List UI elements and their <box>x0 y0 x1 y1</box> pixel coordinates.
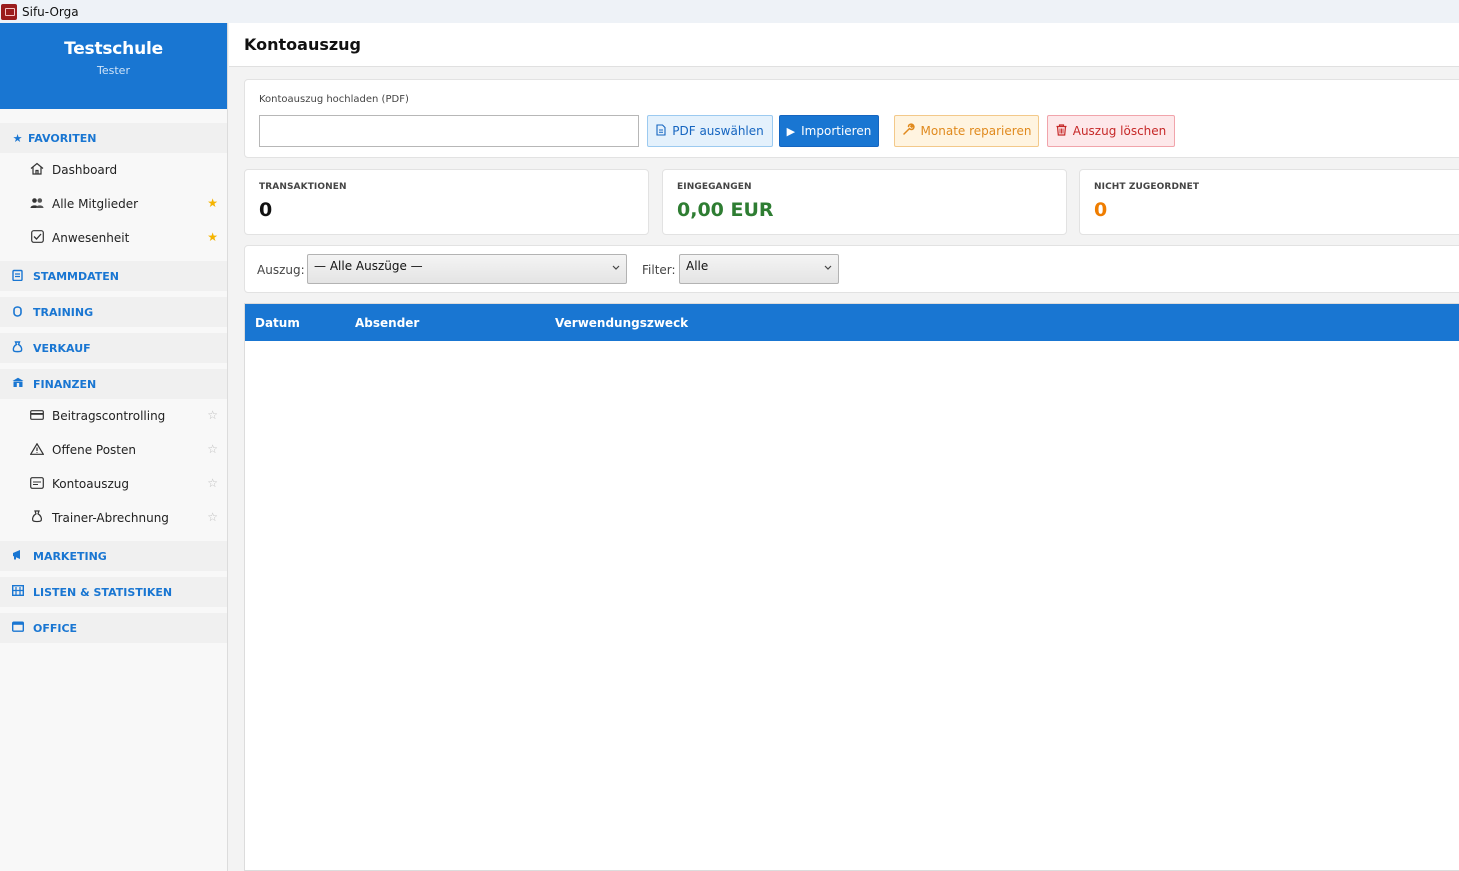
stat-card-eingegangen: EINGEGANGEN 0,00 EUR <box>662 169 1067 235</box>
sidebar-item-label: Trainer-Abrechnung <box>52 511 169 525</box>
column-header-verwendungszweck[interactable]: Verwendungszweck <box>555 316 688 330</box>
column-header-datum[interactable]: Datum <box>255 316 300 330</box>
favorite-star-icon[interactable]: ☆ <box>207 442 218 456</box>
section-favoriten[interactable]: ★ FAVORITEN <box>0 123 227 153</box>
moneybag-icon <box>30 510 44 526</box>
megaphone-icon <box>12 549 23 563</box>
import-label: Importieren <box>801 124 872 138</box>
sidebar-item-kontoauszug[interactable]: Kontoauszug ☆ <box>0 467 227 501</box>
section-label: TRAINING <box>33 305 94 319</box>
favorite-star-icon[interactable]: ☆ <box>207 476 218 490</box>
sidebar-item-dashboard[interactable]: Dashboard <box>0 153 227 187</box>
section-office[interactable]: OFFICE <box>0 613 227 643</box>
pdf-select-button[interactable]: PDF auswählen <box>647 115 773 147</box>
app-icon <box>1 3 17 20</box>
sidebar-item-label: Dashboard <box>52 163 118 177</box>
table-header: Datum Absender Verwendungszweck <box>245 304 1459 341</box>
favorite-star-icon[interactable]: ★ <box>207 196 218 210</box>
stat-label: NICHT ZUGEORDNET <box>1094 182 1200 192</box>
section-marketing[interactable]: MARKETING <box>0 541 227 571</box>
sidebar-item-anwesenheit[interactable]: Anwesenheit ★ <box>0 221 227 255</box>
filter-select[interactable]: Alle <box>679 254 839 284</box>
sidebar-item-label: Alle Mitglieder <box>52 197 139 211</box>
section-label: FINANZEN <box>33 377 97 391</box>
favorite-star-icon[interactable]: ★ <box>207 230 218 244</box>
delete-statement-label: Auszug löschen <box>1072 124 1167 138</box>
trash-icon <box>1056 123 1067 139</box>
repair-months-label: Monate reparieren <box>920 124 1032 138</box>
main-content: Kontoauszug Kontoauszug hochladen (PDF) … <box>229 23 1459 871</box>
stat-label: EINGEGANGEN <box>677 182 752 192</box>
stat-label: TRANSAKTIONEN <box>259 182 347 192</box>
section-stammdaten[interactable]: STAMMDATEN <box>0 261 227 291</box>
card-icon <box>30 409 44 423</box>
play-icon: ▶ <box>786 124 796 138</box>
chevron-down-icon <box>824 263 832 273</box>
page-header: Kontoauszug <box>229 23 1459 67</box>
sidebar-item-label: Kontoauszug <box>52 477 129 491</box>
window-title: Sifu-Orga <box>22 4 79 19</box>
school-name: Testschule <box>64 39 163 59</box>
section-verkauf[interactable]: VERKAUF <box>0 333 227 363</box>
pdf-select-label: PDF auswählen <box>672 124 764 138</box>
sidebar-item-trainer-abrechnung[interactable]: Trainer-Abrechnung ☆ <box>0 501 227 535</box>
repair-months-button[interactable]: Monate reparieren <box>894 115 1039 147</box>
stat-card-nicht-zugeordnet: NICHT ZUGEORDNET 0 <box>1079 169 1459 235</box>
sidebar-item-beitragscontrolling[interactable]: Beitragscontrolling ☆ <box>0 399 227 433</box>
section-label: MARKETING <box>33 549 107 563</box>
house-icon <box>30 162 44 178</box>
user-name: Tester <box>97 64 130 77</box>
auszug-label: Auszug: <box>257 263 305 277</box>
section-training[interactable]: TRAINING <box>0 297 227 327</box>
calendar-icon <box>11 621 25 635</box>
section-finanzen[interactable]: FINANZEN <box>0 369 227 399</box>
wrench-icon <box>902 123 915 139</box>
stat-card-transaktionen: TRANSAKTIONEN 0 <box>244 169 649 235</box>
checkbox-icon <box>30 230 44 246</box>
sidebar-item-offene-posten[interactable]: Offene Posten ☆ <box>0 433 227 467</box>
transactions-table: Datum Absender Verwendungszweck <box>244 303 1459 871</box>
sidebar-item-label: Anwesenheit <box>52 231 130 245</box>
sidebar: Testschule Tester ★ FAVORITEN Dashboard … <box>0 23 228 871</box>
sidebar-brand: Testschule Tester <box>0 23 227 109</box>
filter-bar: Auszug: — Alle Auszüge — Filter: Alle <box>244 245 1459 293</box>
favorite-star-icon[interactable]: ☆ <box>207 510 218 524</box>
statement-icon <box>30 476 44 492</box>
stat-value: 0 <box>259 199 273 221</box>
clipboard-icon <box>12 269 23 284</box>
stat-value: 0,00 EUR <box>677 199 774 221</box>
star-icon: ★ <box>12 131 23 145</box>
auszug-select-value: — Alle Auszüge — <box>314 259 423 273</box>
section-listen-statistiken[interactable]: LISTEN & STATISTIKEN <box>0 577 227 607</box>
favorite-star-icon[interactable]: ☆ <box>207 408 218 422</box>
filter-label: Filter: <box>642 263 676 277</box>
page-title: Kontoauszug <box>244 35 362 54</box>
moneybag-icon <box>12 340 23 356</box>
delete-statement-button[interactable]: Auszug löschen <box>1047 115 1175 147</box>
warning-icon <box>29 442 45 458</box>
column-header-absender[interactable]: Absender <box>355 316 419 330</box>
section-label: OFFICE <box>33 621 78 635</box>
upload-card: Kontoauszug hochladen (PDF) PDF auswähle… <box>244 79 1459 158</box>
sidebar-item-label: Beitragscontrolling <box>52 409 166 423</box>
chevron-down-icon <box>612 263 620 273</box>
section-label: LISTEN & STATISTIKEN <box>33 585 173 599</box>
window-titlebar: Sifu-Orga <box>0 0 1459 23</box>
auszug-select[interactable]: — Alle Auszüge — <box>307 254 627 284</box>
section-label: STAMMDATEN <box>33 269 119 283</box>
document-icon <box>656 123 666 139</box>
bank-icon <box>12 377 24 391</box>
chart-icon <box>11 584 25 599</box>
people-icon <box>30 197 44 212</box>
section-label: VERKAUF <box>33 341 91 355</box>
glove-icon <box>12 305 23 320</box>
filter-select-value: Alle <box>686 259 709 273</box>
section-label: FAVORITEN <box>28 131 97 145</box>
upload-label: Kontoauszug hochladen (PDF) <box>259 94 409 105</box>
import-button[interactable]: ▶ Importieren <box>779 115 879 147</box>
sidebar-item-alle-mitglieder[interactable]: Alle Mitglieder ★ <box>0 187 227 221</box>
pdf-file-field[interactable] <box>259 115 639 147</box>
stat-value: 0 <box>1094 199 1108 221</box>
sidebar-item-label: Offene Posten <box>52 443 136 457</box>
